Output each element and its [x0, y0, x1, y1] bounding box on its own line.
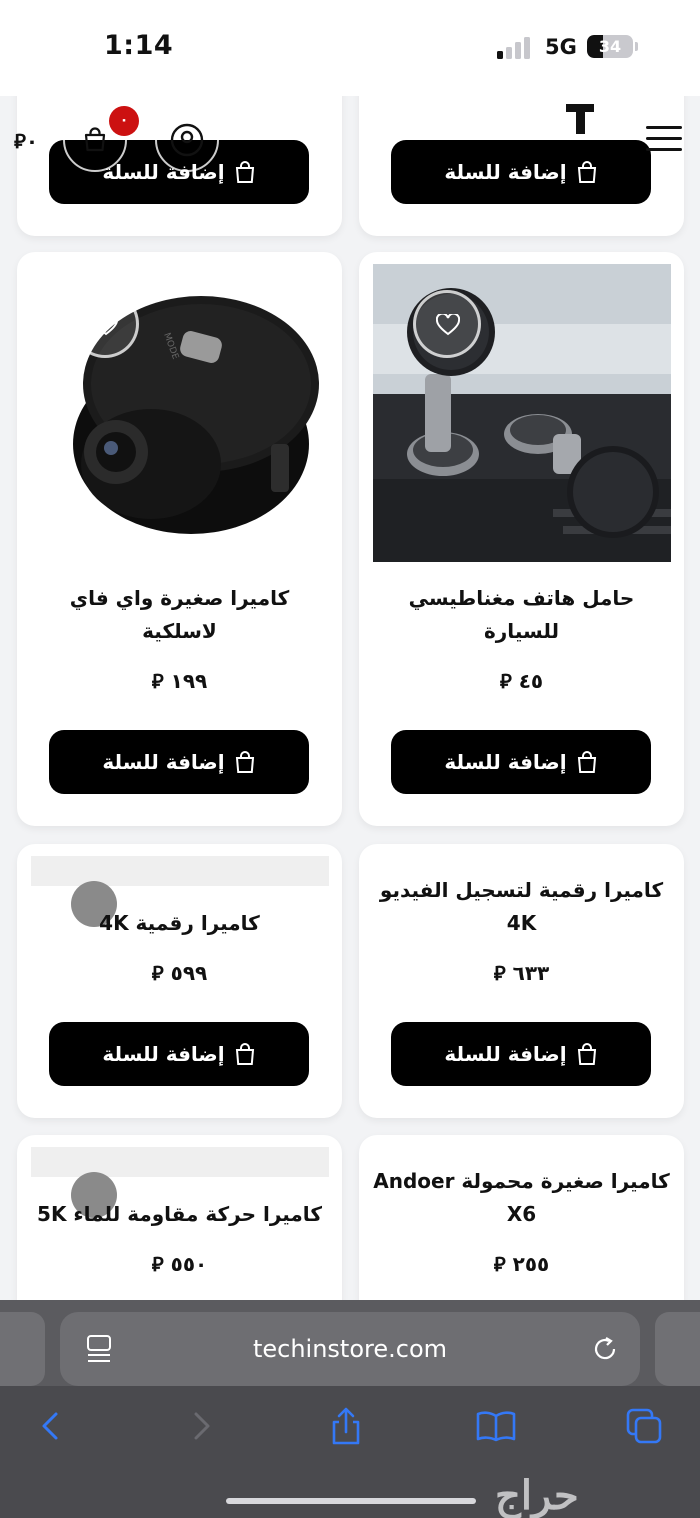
address-bar[interactable]: techinstore.com	[60, 1312, 640, 1386]
previous-tab-preview[interactable]	[0, 1312, 45, 1386]
product-price: ٢٥٥ ⃁	[493, 1252, 550, 1276]
status-bar: 1:14 5G 34	[0, 0, 700, 96]
product-image-loading	[31, 1147, 329, 1218]
add-to-cart-button[interactable]: إضافة للسلة	[391, 1022, 651, 1086]
bag-icon	[235, 161, 254, 183]
battery-percent: 34	[598, 37, 622, 56]
product-price: ٥٥٠ ⃁	[151, 1252, 208, 1276]
bag-icon	[577, 161, 596, 183]
account-button[interactable]	[155, 108, 219, 172]
product-title[interactable]: كاميرا صغيرة واي فاي لاسلكية	[31, 582, 328, 648]
add-to-cart-button[interactable]: إضافة للسلة	[391, 730, 651, 794]
browser-address-area: techinstore.com	[0, 1300, 700, 1386]
product-card[interactable]: كاميرا رقمية 4K ٥٩٩ ⃁ إضافة للسلة	[17, 844, 342, 1118]
product-card[interactable]: كاميرا رقمية لتسجيل الفيديو 4K ٦٣٣ ⃁ إضا…	[359, 844, 684, 1118]
riyal-icon: ⃁	[151, 669, 164, 693]
cellular-signal-icon	[497, 37, 533, 59]
shopping-bag-icon	[84, 127, 106, 152]
reload-icon[interactable]	[592, 1335, 620, 1363]
forward-arrow-icon[interactable]	[180, 1406, 220, 1446]
product-title[interactable]: كاميرا رقمية لتسجيل الفيديو 4K	[373, 874, 670, 940]
hamburger-menu-icon[interactable]	[646, 124, 682, 154]
product-price: ٥٩٩ ⃁	[151, 961, 208, 985]
riyal-icon: ⃁	[493, 1252, 506, 1276]
product-title[interactable]: حامل هاتف مغناطيسي للسيارة	[373, 582, 670, 648]
add-to-cart-button[interactable]: إضافة للسلة	[391, 140, 651, 204]
share-icon[interactable]	[326, 1406, 366, 1446]
product-card[interactable]: MODE كاميرا صغيرة واي فاي لاسلكية ١٩٩ ⃁ …	[17, 252, 342, 826]
product-title[interactable]: كاميرا حركة مقاومة للماء 5K	[31, 1198, 328, 1231]
user-icon	[170, 123, 204, 157]
wishlist-button[interactable]	[71, 290, 139, 358]
riyal-icon: ⃁	[499, 669, 512, 693]
browser-toolbar: حراج	[0, 1386, 700, 1518]
product-title[interactable]: كاميرا رقمية 4K	[31, 907, 328, 940]
bag-icon	[577, 1043, 596, 1065]
product-title[interactable]: كاميرا صغيرة محمولة Andoer X6	[373, 1165, 670, 1231]
wishlist-button[interactable]	[413, 290, 481, 358]
product-card[interactable]: حامل هاتف مغناطيسي للسيارة ٤٥ ⃁ إضافة لل…	[359, 252, 684, 826]
network-type: 5G	[545, 35, 577, 59]
tabs-icon[interactable]	[624, 1406, 664, 1446]
product-price: ١٩٩ ⃁	[151, 669, 208, 693]
cart-button[interactable]: ٠	[63, 106, 139, 172]
riyal-icon: ⃁	[151, 961, 164, 985]
product-price: ٦٣٣ ⃁	[493, 961, 550, 985]
bag-icon	[235, 1043, 254, 1065]
add-to-cart-button[interactable]: إضافة للسلة	[49, 1022, 309, 1086]
cart-badge: ٠	[109, 106, 139, 136]
riyal-icon: ⃁	[493, 961, 506, 985]
product-price: ٤٥ ⃁	[499, 669, 544, 693]
product-image[interactable]: MODE	[31, 264, 329, 562]
riyal-icon: ⃁	[151, 1252, 164, 1276]
bag-icon	[577, 751, 596, 773]
product-image[interactable]	[373, 264, 671, 562]
back-arrow-icon[interactable]	[32, 1406, 72, 1446]
heart-icon	[436, 314, 460, 336]
battery-icon: 34	[587, 35, 633, 58]
next-tab-preview[interactable]	[655, 1312, 700, 1386]
heart-icon	[94, 314, 118, 336]
add-to-cart-button[interactable]: إضافة للسلة	[49, 730, 309, 794]
bookmarks-icon[interactable]	[476, 1406, 516, 1446]
bag-icon	[235, 751, 254, 773]
status-time: 1:14	[104, 30, 174, 61]
watermark: حراج	[495, 1472, 579, 1518]
product-image-loading	[31, 856, 329, 927]
url-text[interactable]: techinstore.com	[60, 1335, 640, 1363]
home-indicator	[226, 1498, 476, 1504]
battery-nub	[635, 42, 638, 51]
cart-total: ⃁٠	[14, 129, 39, 153]
store-logo[interactable]	[566, 104, 594, 134]
